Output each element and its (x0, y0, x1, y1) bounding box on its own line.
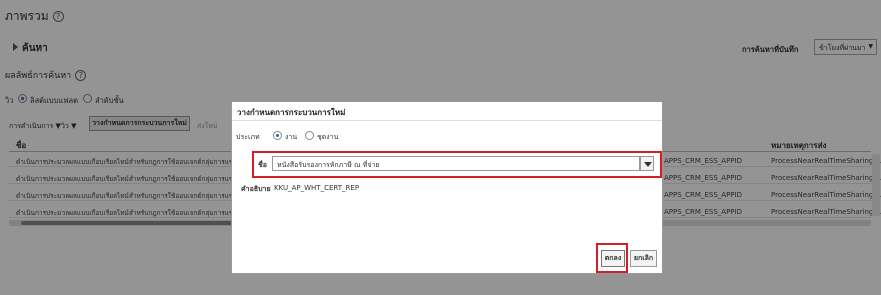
description-value: KKU_AP_WHT_CERT_REP (274, 184, 360, 192)
description-label: คำอธิบาย (241, 185, 271, 193)
cancel-button[interactable]: ยกเลิก (630, 250, 657, 267)
radio-type-job[interactable] (273, 131, 282, 140)
radio-type-job-set[interactable] (305, 131, 314, 140)
radio-type-job-set-label: ชุดงาน (317, 133, 339, 141)
ok-button[interactable]: ตกลง (601, 250, 625, 267)
page: ภาพรวม? ค้นหา การค้นหาที่บันทึก ข้าโมงที… (0, 0, 881, 295)
name-dropdown-button[interactable] (640, 156, 654, 171)
dialog-divider (232, 120, 662, 121)
type-label: ประเภท (236, 133, 260, 141)
dialog-title: วางกำหนดการกระบวนการใหม่ (237, 108, 346, 117)
radio-type-job-label: งาน (285, 133, 298, 141)
name-input[interactable]: หนังสือรับรองการหักภาษี ณ ที่จ่าย (272, 156, 640, 171)
name-label: ชื่อ (258, 161, 267, 169)
